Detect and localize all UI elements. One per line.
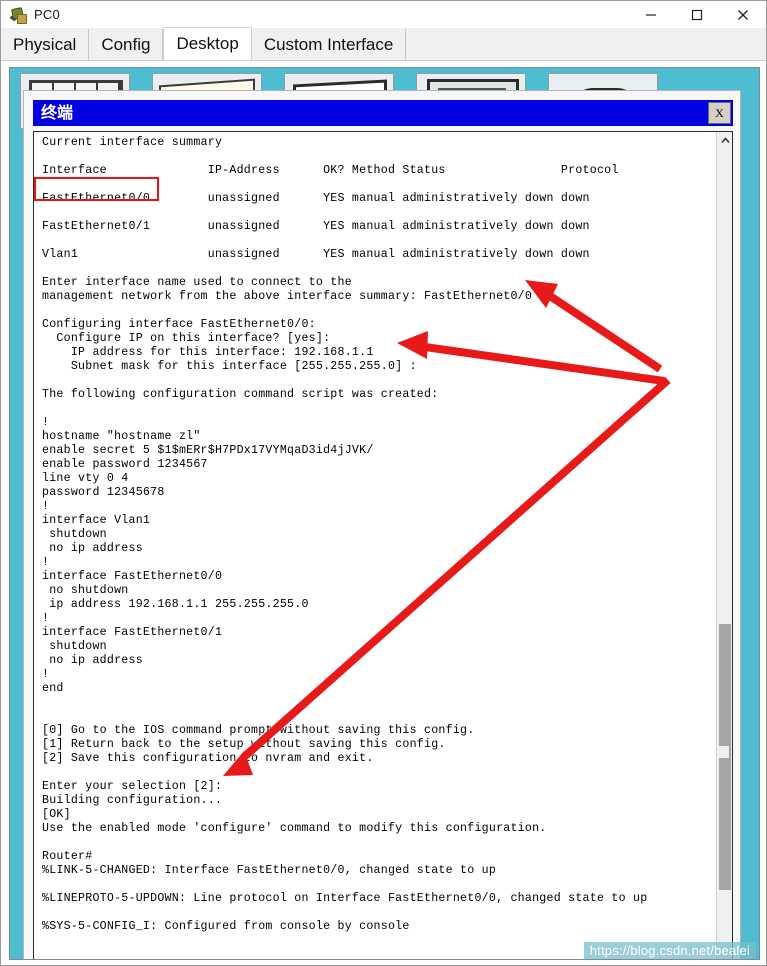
terminal-titlebar: 终端 X: [33, 100, 733, 126]
packet-tracer-icon: [9, 6, 27, 24]
terminal-title: 终端: [41, 103, 74, 122]
pc0-window: PC0 Physical Config Desktop Custom Inter…: [0, 0, 767, 966]
terminal-close-button[interactable]: X: [708, 102, 731, 124]
tab-physical[interactable]: Physical: [1, 29, 90, 60]
tab-bar: Physical Config Desktop Custom Interface: [1, 27, 766, 61]
window-title: PC0: [34, 7, 60, 22]
tab-custom-interface[interactable]: Custom Interface: [251, 29, 407, 60]
terminal-window: 终端 X Current interface summary Interface…: [23, 90, 741, 959]
terminal-output-text: Current interface summary Interface IP-A…: [42, 136, 648, 933]
close-icon[interactable]: [720, 1, 766, 28]
tab-config[interactable]: Config: [89, 29, 164, 60]
watermark: https://blog.csdn.net/bealei: [583, 942, 756, 959]
window-controls: [628, 1, 766, 28]
window-titlebar: PC0: [1, 1, 766, 28]
scrollbar-thumb[interactable]: [717, 624, 731, 890]
minimize-icon[interactable]: [628, 1, 674, 28]
terminal-output-area[interactable]: Current interface summary Interface IP-A…: [33, 131, 733, 959]
tab-desktop[interactable]: Desktop: [163, 27, 252, 60]
terminal-scrollbar[interactable]: [716, 132, 732, 959]
maximize-icon[interactable]: [674, 1, 720, 28]
desktop-pane: 终端 X Current interface summary Interface…: [9, 67, 760, 960]
chevron-up-icon[interactable]: [717, 132, 732, 148]
